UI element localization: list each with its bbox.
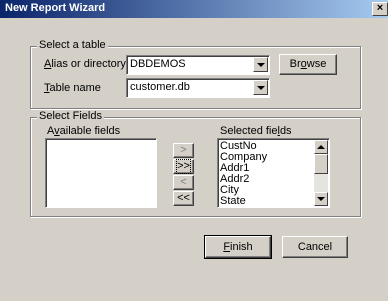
alias-label: Alias or directory: [44, 58, 126, 70]
table-name-value: customer.db: [130, 81, 190, 93]
alias-value: DBDEMOS: [130, 58, 186, 70]
add-all-fields-label: >>: [176, 159, 191, 174]
table-name-label: Table name: [44, 82, 101, 94]
table-name-combobox[interactable]: customer.db: [126, 78, 270, 98]
select-fields-group-title: Select Fields: [37, 110, 104, 122]
close-icon: ×: [376, 2, 384, 14]
cancel-label: Cancel: [297, 241, 333, 253]
scroll-up-button[interactable]: [314, 140, 328, 154]
finish-label: Finish: [223, 241, 253, 253]
selected-fields-scrollbar[interactable]: [314, 140, 328, 206]
new-report-wizard-window: New Report Wizard × Select a table Alias…: [0, 0, 388, 301]
alias-dropdown-button[interactable]: [253, 57, 268, 72]
remove-all-fields-button[interactable]: <<: [173, 191, 194, 206]
table-name-dropdown-button[interactable]: [253, 80, 268, 95]
browse-label: Browse: [289, 58, 327, 70]
selected-fields-label: Selected fields: [220, 125, 292, 137]
browse-button[interactable]: Browse: [279, 54, 337, 75]
finish-button[interactable]: Finish: [204, 235, 272, 259]
scroll-down-button[interactable]: [314, 192, 328, 206]
scroll-thumb[interactable]: [314, 154, 328, 174]
selected-fields-list[interactable]: CustNo Company Addr1 Addr2 City State: [217, 138, 330, 208]
remove-field-label: <: [180, 176, 187, 188]
alias-combobox[interactable]: DBDEMOS: [126, 55, 270, 75]
cancel-button[interactable]: Cancel: [282, 236, 348, 258]
close-button[interactable]: ×: [372, 2, 388, 16]
available-fields-list[interactable]: [45, 138, 157, 208]
window-title: New Report Wizard: [5, 2, 106, 14]
add-field-label: >: [180, 144, 187, 156]
add-all-fields-button[interactable]: >>: [173, 159, 194, 174]
select-table-group-title: Select a table: [37, 39, 108, 51]
title-bar[interactable]: New Report Wizard ×: [0, 0, 388, 18]
add-field-button[interactable]: >: [173, 143, 194, 158]
remove-field-button[interactable]: <: [173, 175, 194, 190]
available-fields-label: Available fields: [47, 125, 121, 137]
list-item[interactable]: State: [220, 196, 246, 207]
remove-all-fields-label: <<: [177, 192, 190, 204]
